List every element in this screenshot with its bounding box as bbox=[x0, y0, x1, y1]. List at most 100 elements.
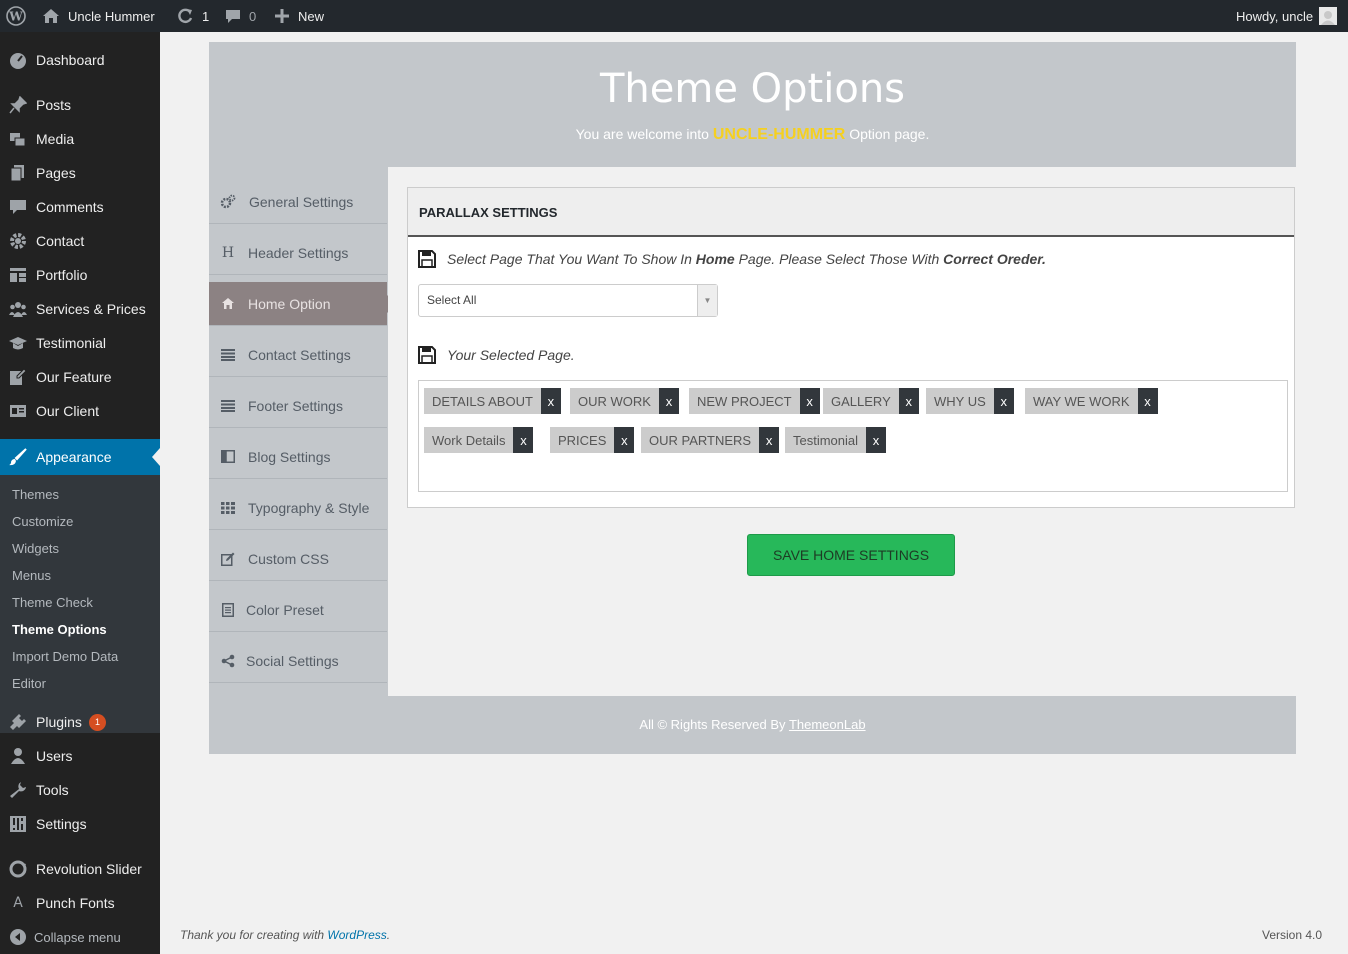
menu-label: Our Client bbox=[36, 403, 100, 419]
media-icon bbox=[9, 130, 27, 148]
remove-chip-button[interactable]: x bbox=[658, 388, 679, 414]
tab-blog-settings[interactable]: Blog Settings bbox=[209, 435, 387, 479]
menu-item-settings[interactable]: Settings bbox=[0, 807, 160, 841]
parallax-header: PARALLAX SETTINGS bbox=[408, 188, 1294, 237]
save-icon bbox=[418, 250, 436, 268]
tab-footer-settings[interactable]: Footer Settings bbox=[209, 384, 387, 428]
home-icon bbox=[43, 9, 59, 23]
version-text: Version 4.0 bbox=[1262, 928, 1323, 942]
page-select-dropdown[interactable]: Select All ▼ bbox=[418, 284, 718, 317]
updates-link[interactable]: 1 bbox=[176, 0, 209, 32]
pin-icon bbox=[9, 96, 27, 114]
tab-header-settings[interactable]: H Header Settings bbox=[209, 231, 387, 275]
remove-chip-button[interactable]: x bbox=[866, 427, 887, 453]
refresh-icon bbox=[178, 8, 193, 24]
cogs-icon bbox=[220, 194, 236, 210]
document-icon bbox=[220, 602, 236, 618]
menu-label: Comments bbox=[36, 199, 104, 215]
graduation-cap-icon bbox=[9, 334, 27, 352]
menu-item-portfolio[interactable]: Portfolio bbox=[0, 258, 160, 292]
heading-icon: H bbox=[221, 244, 235, 261]
selected-page-chip: DETAILS ABOUT x bbox=[424, 388, 561, 414]
dashboard-icon bbox=[9, 51, 27, 69]
chip-label: Testimonial bbox=[785, 427, 867, 453]
menu-item-contact[interactable]: Contact bbox=[0, 224, 160, 258]
tab-label: Custom CSS bbox=[248, 550, 329, 567]
settings-sliders-icon bbox=[9, 815, 27, 833]
remove-chip-button[interactable]: x bbox=[759, 427, 780, 453]
submenu-item-theme-check[interactable]: Theme Check bbox=[12, 595, 93, 610]
submenu-item-editor[interactable]: Editor bbox=[12, 676, 46, 691]
submenu-item-customize[interactable]: Customize bbox=[12, 514, 73, 529]
menu-item-media[interactable]: Media bbox=[0, 122, 160, 156]
menu-label: Pages bbox=[36, 165, 76, 181]
menu-item-users[interactable]: Users bbox=[0, 739, 160, 773]
wordpress-logo-icon[interactable]: W bbox=[6, 0, 26, 32]
remove-chip-button[interactable]: x bbox=[513, 427, 534, 453]
groups-icon bbox=[9, 300, 27, 318]
menu-item-testimonial[interactable]: Testimonial bbox=[0, 326, 160, 360]
new-content-link[interactable]: New bbox=[275, 0, 324, 32]
remove-chip-button[interactable]: x bbox=[540, 388, 561, 414]
menu-item-comments[interactable]: Comments bbox=[0, 190, 160, 224]
selected-page-line: Your Selected Page. bbox=[418, 346, 575, 364]
pages-icon bbox=[9, 164, 27, 182]
collapse-menu-button[interactable]: Collapse menu bbox=[0, 920, 160, 954]
menu-item-plugins[interactable]: Plugins 1 bbox=[0, 705, 160, 739]
tab-general-settings[interactable]: General Settings bbox=[209, 180, 387, 224]
menu-item-dashboard[interactable]: Dashboard bbox=[0, 43, 160, 77]
welcome-text: You are welcome into UNCLE-HUMMER Option… bbox=[209, 126, 1296, 144]
submenu-item-import-demo-data[interactable]: Import Demo Data bbox=[12, 649, 118, 664]
selected-page-label: Your Selected Page. bbox=[447, 347, 575, 363]
tab-label: Typography & Style bbox=[248, 499, 370, 516]
my-account-link[interactable]: Howdy, uncle bbox=[1236, 0, 1338, 32]
chip-label: PRICES bbox=[550, 427, 615, 453]
tab-home-option[interactable]: Home Option bbox=[209, 282, 396, 326]
chip-label: WHY US bbox=[926, 388, 994, 414]
columns-icon bbox=[220, 449, 236, 465]
menu-item-punch-fonts[interactable]: A Punch Fonts bbox=[0, 886, 160, 920]
howdy-text: Howdy, uncle bbox=[1236, 8, 1314, 24]
remove-chip-button[interactable]: x bbox=[993, 388, 1014, 414]
tab-custom-css[interactable]: Custom CSS bbox=[209, 537, 387, 581]
tab-label: Contact Settings bbox=[248, 346, 351, 363]
submenu-item-theme-options[interactable]: Theme Options bbox=[12, 622, 107, 637]
list-icon bbox=[220, 347, 236, 363]
tab-contact-settings[interactable]: Contact Settings bbox=[209, 333, 387, 377]
selected-page-chip: OUR PARTNERS x bbox=[641, 427, 780, 453]
parallax-heading: PARALLAX SETTINGS bbox=[419, 205, 558, 220]
site-home-link[interactable]: Uncle Hummer bbox=[42, 0, 155, 32]
submenu-item-menus[interactable]: Menus bbox=[12, 568, 51, 583]
remove-chip-button[interactable]: x bbox=[1137, 388, 1158, 414]
menu-item-services[interactable]: Services & Prices bbox=[0, 292, 160, 326]
rights-prefix: All © Rights Reserved By bbox=[639, 717, 786, 732]
menu-item-tools[interactable]: Tools bbox=[0, 773, 160, 807]
menu-item-our-feature[interactable]: Our Feature bbox=[0, 360, 160, 394]
new-label: New bbox=[298, 8, 325, 24]
remove-chip-button[interactable]: x bbox=[898, 388, 919, 414]
themeonlab-link[interactable]: ThemeonLab bbox=[789, 717, 866, 732]
save-home-settings-button[interactable]: SAVE HOME SETTINGS bbox=[747, 534, 955, 576]
plus-icon bbox=[275, 9, 289, 23]
selected-pages-list[interactable]: DETAILS ABOUT x OUR WORK x NEW PROJECT x GA… bbox=[418, 380, 1288, 492]
menu-item-pages[interactable]: Pages bbox=[0, 156, 160, 190]
wordpress-link[interactable]: WordPress bbox=[327, 928, 386, 942]
tab-color-preset[interactable]: Color Preset bbox=[209, 588, 387, 632]
submenu-item-themes[interactable]: Themes bbox=[12, 487, 59, 502]
menu-label: Revolution Slider bbox=[36, 861, 142, 877]
list-icon bbox=[220, 398, 236, 414]
remove-chip-button[interactable]: x bbox=[799, 388, 820, 414]
tab-social-settings[interactable]: Social Settings bbox=[209, 639, 387, 683]
tab-typography-style[interactable]: Typography & Style bbox=[209, 486, 387, 530]
comments-link[interactable]: 0 bbox=[225, 0, 256, 32]
collapse-arrow-icon bbox=[9, 928, 27, 946]
selected-page-chip: Testimonial x bbox=[785, 427, 887, 453]
avatar bbox=[1319, 7, 1338, 25]
menu-item-revolution-slider[interactable]: Revolution Slider bbox=[0, 852, 160, 886]
menu-item-our-client[interactable]: Our Client bbox=[0, 394, 160, 428]
menu-label: Posts bbox=[36, 97, 72, 113]
menu-item-posts[interactable]: Posts bbox=[0, 88, 160, 122]
submenu-item-widgets[interactable]: Widgets bbox=[12, 541, 59, 556]
remove-chip-button[interactable]: x bbox=[614, 427, 635, 453]
menu-item-appearance[interactable]: Appearance bbox=[0, 439, 160, 475]
